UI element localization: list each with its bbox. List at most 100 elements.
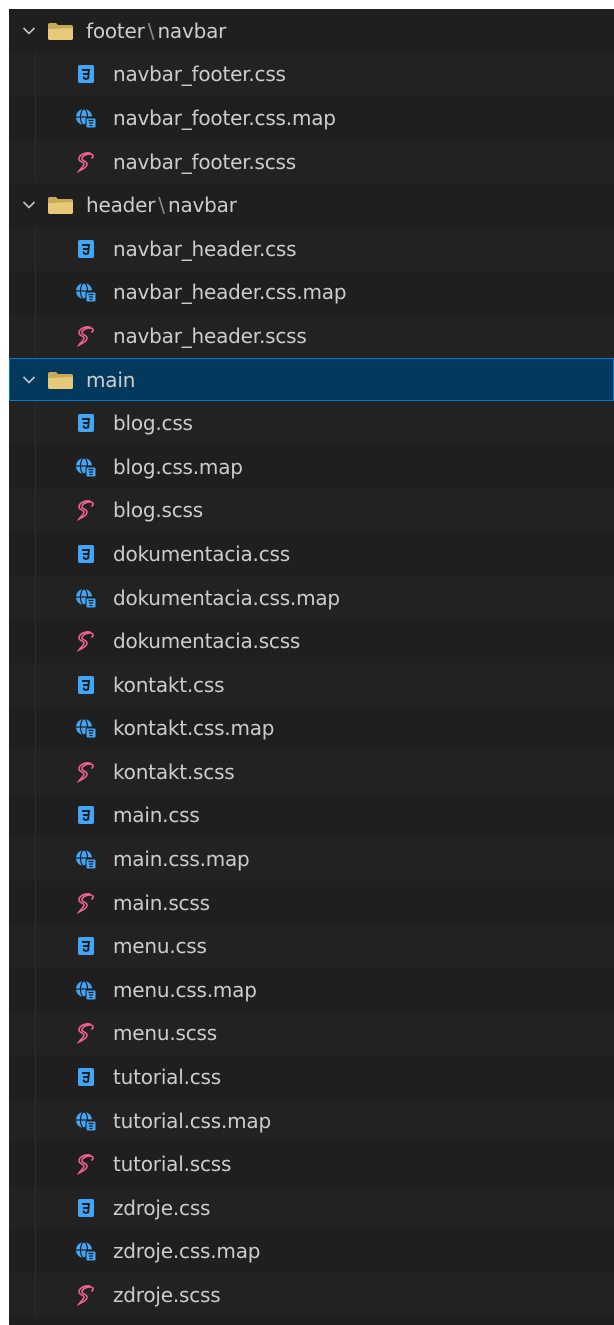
file-label: blog.css.map	[113, 454, 243, 479]
file-label: kontakt.scss	[113, 759, 235, 784]
folder-label: footer	[86, 18, 145, 43]
file-row[interactable]: main.scss	[9, 880, 614, 925]
file-row[interactable]: navbar_header.scss	[9, 314, 614, 358]
sass-icon	[75, 630, 97, 653]
folder-open-icon	[47, 195, 74, 215]
file-row[interactable]: navbar_footer.css.map	[9, 96, 614, 140]
css3-icon	[75, 238, 97, 260]
sass-icon	[75, 1022, 97, 1045]
file-row[interactable]: dokumentacia.css	[9, 532, 614, 576]
file-row[interactable]: kontakt.css	[9, 662, 614, 707]
file-row[interactable]: blog.scss	[9, 488, 614, 533]
path-separator: \	[158, 193, 166, 218]
file-row[interactable]: zdroje.css	[9, 1186, 614, 1230]
folder-row-header[interactable]: header \ navbar	[9, 183, 614, 227]
file-label: dokumentacia.scss	[113, 629, 301, 654]
indent-guide	[35, 750, 36, 794]
file-label: navbar_footer.css	[113, 62, 286, 87]
sass-icon	[75, 325, 97, 347]
file-label: dokumentacia.css.map	[113, 585, 340, 610]
file-row[interactable]: tutorial.scss	[9, 1142, 614, 1187]
file-label: zdroje.css.map	[113, 1239, 261, 1264]
file-explorer: footer \ navbar navbar_footer.css navbar_foo…	[9, 9, 614, 1325]
css3-icon	[75, 935, 97, 957]
indent-guide	[35, 96, 36, 140]
chevron-down-icon[interactable]	[21, 372, 37, 388]
file-row[interactable]: kontakt.scss	[9, 750, 614, 794]
file-row[interactable]: dokumentacia.scss	[9, 619, 614, 663]
css3-icon	[75, 63, 97, 85]
file-label: tutorial.css	[113, 1065, 221, 1090]
file-row[interactable]: tutorial.css.map	[9, 1098, 614, 1143]
file-row[interactable]: blog.css.map	[9, 444, 614, 489]
css3-icon	[75, 1197, 97, 1219]
file-row[interactable]: navbar_header.css.map	[9, 270, 614, 315]
indent-guide	[35, 793, 36, 838]
indent-guide	[35, 706, 36, 751]
file-row[interactable]: navbar_header.css	[9, 226, 614, 271]
folder-open-icon	[47, 21, 74, 41]
file-row[interactable]: main.css.map	[9, 837, 614, 881]
folder-label: main	[86, 367, 136, 392]
file-row[interactable]: zdroje.css.map	[9, 1229, 614, 1274]
file-label: navbar_header.css.map	[113, 280, 347, 305]
indent-guide	[35, 270, 36, 315]
file-label: main.css	[113, 803, 200, 828]
css3-icon	[75, 674, 97, 696]
css3-icon	[75, 412, 97, 434]
file-label: navbar_header.scss	[113, 323, 307, 348]
folder-open-icon	[47, 370, 74, 390]
sass-icon	[75, 1284, 97, 1307]
file-label: zdroje.scss	[113, 1283, 221, 1308]
subfolder-label: navbar	[168, 193, 237, 218]
folder-row-main[interactable]: main	[9, 357, 614, 402]
indent-guide	[35, 837, 36, 881]
globe-css-map-icon	[75, 107, 97, 129]
indent-guide	[35, 1011, 36, 1056]
file-row[interactable]: tutorial.css	[9, 1055, 614, 1099]
globe-css-map-icon	[75, 1240, 97, 1262]
globe-css-map-icon	[75, 717, 97, 739]
file-row[interactable]: menu.css.map	[9, 968, 614, 1012]
file-label: navbar_footer.scss	[113, 149, 297, 174]
indent-guide	[35, 52, 36, 97]
subfolder-label: navbar	[157, 18, 227, 43]
sass-icon	[75, 761, 97, 783]
file-row[interactable]: blog.css	[9, 401, 614, 445]
indent-guide	[35, 1142, 36, 1187]
sass-icon	[75, 892, 97, 914]
indent-guide	[35, 924, 36, 969]
file-label: blog.css	[113, 411, 193, 436]
file-row[interactable]: zdroje.scss	[9, 1273, 614, 1317]
indent-guide	[35, 226, 36, 271]
indent-guide	[35, 139, 36, 184]
file-row[interactable]: dokumentacia.css.map	[9, 575, 614, 620]
file-label: menu.scss	[113, 1021, 217, 1046]
file-label: kontakt.css	[113, 672, 225, 697]
file-label: tutorial.css.map	[113, 1108, 271, 1133]
file-row[interactable]: menu.scss	[9, 1011, 614, 1056]
indent-guide	[35, 968, 36, 1012]
file-label: kontakt.css.map	[113, 716, 275, 741]
chevron-down-icon[interactable]	[21, 23, 37, 39]
file-row[interactable]: navbar_footer.scss	[9, 139, 614, 184]
indent-guide	[35, 619, 36, 663]
file-label: dokumentacia.css	[113, 541, 290, 566]
file-label: menu.css	[113, 934, 207, 959]
folder-row-footer[interactable]: footer \ navbar	[9, 9, 614, 53]
sass-icon	[75, 151, 97, 173]
file-row[interactable]: navbar_footer.css	[9, 52, 614, 97]
file-row[interactable]: main.css	[9, 793, 614, 838]
file-label: tutorial.scss	[113, 1152, 232, 1177]
file-tree: footer \ navbar navbar_footer.css navbar_foo…	[9, 9, 614, 1317]
globe-css-map-icon	[75, 281, 97, 303]
file-label: zdroje.css	[113, 1195, 211, 1220]
indent-guide	[35, 444, 36, 489]
indent-guide	[35, 880, 36, 925]
indent-guide	[35, 1186, 36, 1230]
file-row[interactable]: kontakt.css.map	[9, 706, 614, 751]
file-row[interactable]: menu.css	[9, 924, 614, 969]
css3-icon	[75, 804, 97, 826]
chevron-down-icon[interactable]	[21, 197, 37, 213]
indent-guide	[35, 1273, 36, 1317]
